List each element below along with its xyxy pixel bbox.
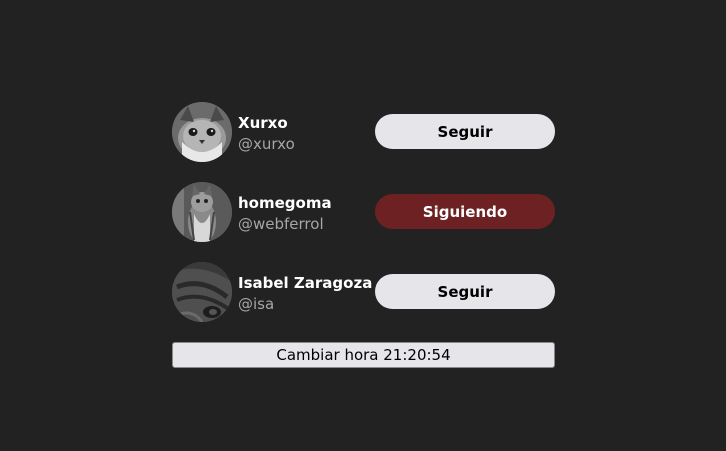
- avatar: [172, 182, 232, 242]
- user-name: Xurxo: [238, 114, 288, 132]
- user-info: Isabel Zaragoza @isa: [238, 274, 372, 313]
- change-time-button[interactable]: Cambiar hora 21:20:54: [172, 342, 555, 368]
- user-name: Isabel Zaragoza: [238, 274, 373, 292]
- user-info: Xurxo @xurxo: [238, 114, 295, 153]
- user-handle: @isa: [238, 295, 275, 313]
- cat-photo-icon: [172, 102, 232, 162]
- user-list: Xurxo @xurxo Seguir homegoma @webferrol: [172, 102, 555, 342]
- cat-photo-icon: [172, 262, 232, 322]
- user-card: Xurxo @xurxo Seguir: [172, 102, 555, 162]
- cat-photo-icon: [172, 182, 232, 242]
- follow-button[interactable]: Seguir: [375, 114, 555, 149]
- user-handle: @xurxo: [238, 135, 295, 153]
- user-card: Isabel Zaragoza @isa Seguir: [172, 262, 555, 322]
- unfollow-button[interactable]: Siguiendo: [375, 194, 555, 229]
- user-info: homegoma @webferrol: [238, 194, 332, 233]
- user-handle: @webferrol: [238, 215, 324, 233]
- avatar: [172, 102, 232, 162]
- avatar: [172, 262, 232, 322]
- user-name: homegoma: [238, 194, 332, 212]
- user-card: homegoma @webferrol Siguiendo: [172, 182, 555, 242]
- follow-button[interactable]: Seguir: [375, 274, 555, 309]
